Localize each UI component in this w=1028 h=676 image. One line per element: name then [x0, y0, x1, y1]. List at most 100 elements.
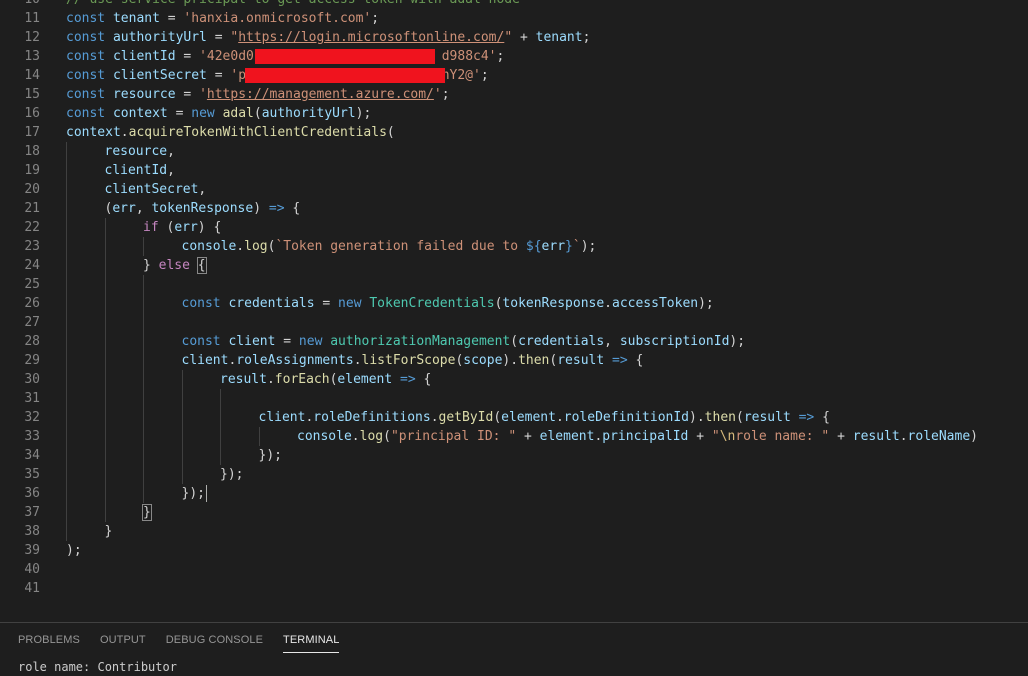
code-line[interactable]: 22 if (err) { [0, 218, 1028, 237]
code-text: console.log("principal ID: " + element.p… [297, 427, 978, 446]
code-text: clientSecret, [105, 180, 207, 199]
code-token: => [400, 372, 416, 387]
indent-guide [104, 351, 106, 370]
code-token: TokenCredentials [369, 296, 495, 311]
code-line[interactable]: 28 const client = new authorizationManage… [0, 332, 1028, 351]
code-editor[interactable]: 10 // use service pricipal to get access … [0, 0, 1028, 622]
code-token: => [798, 410, 815, 425]
code-line[interactable]: 40 [0, 560, 1028, 579]
indent-guide [220, 446, 221, 465]
code-token: const [181, 296, 221, 311]
code-line[interactable]: 17 context.acquireTokenWithClientCredenti… [0, 123, 1028, 142]
code-token: err [112, 201, 136, 216]
terminal-output[interactable]: role name: Contributor [18, 659, 177, 675]
code-text: clientId, [105, 161, 175, 180]
code-token: ( [493, 410, 502, 425]
code-token: client [228, 334, 276, 349]
code-line[interactable]: 13 const clientId = '42e0d0 d988c4'; [0, 47, 1028, 66]
code-line[interactable]: 23 console.log(`Token generation failed d… [0, 237, 1028, 256]
line-number: 31 [24, 391, 40, 406]
code-token: } [143, 258, 159, 273]
code-line[interactable]: 16 const context = new adal(authorityUrl)… [0, 104, 1028, 123]
code-line[interactable]: 26 const credentials = new TokenCredentia… [0, 294, 1028, 313]
code-token: credentials [228, 296, 315, 311]
code-line[interactable]: 35}); [0, 465, 1028, 484]
indent-guide [104, 408, 106, 427]
code-line[interactable]: 19 clientId, [0, 161, 1028, 180]
code-text: client.roleDefinitions.getById(element.r… [259, 408, 830, 427]
code-line[interactable]: 37} [0, 503, 1028, 522]
code-token: ; [441, 87, 450, 102]
line-number: 24 [24, 258, 40, 273]
code-token: , [167, 163, 175, 178]
code-line[interactable]: 25 [0, 275, 1028, 294]
line-number: 29 [24, 353, 40, 368]
code-line[interactable]: 41 [0, 579, 1028, 598]
indent-guide [66, 332, 67, 351]
code-token: adal [222, 106, 254, 121]
code-text: } [142, 503, 152, 522]
code-token: tokenResponse [502, 296, 605, 311]
indent-guide [66, 237, 67, 256]
code-line[interactable]: 34}); [0, 446, 1028, 465]
tab-output[interactable]: OUTPUT [100, 623, 146, 657]
code-token: then [704, 410, 736, 425]
code-token: result [852, 429, 900, 444]
tab-terminal[interactable]: TERMINAL [283, 623, 340, 657]
redaction-bar [245, 68, 445, 83]
code-text: // use service pricipal to get access to… [66, 0, 520, 9]
code-line[interactable]: 30 result.forEach(element => { [0, 370, 1028, 389]
code-line[interactable]: 32 client.roleDefinitions.getById(element… [0, 408, 1028, 427]
code-line[interactable]: 24} else { [0, 256, 1028, 275]
code-token: else [158, 258, 190, 273]
indent-guide [143, 370, 144, 389]
bottom-panel: PROBLEMS OUTPUT DEBUG CONSOLE TERMINAL role… [0, 622, 1028, 676]
code-line[interactable]: 11 const tenant = 'hanxia.onmicrosoft.com… [0, 9, 1028, 28]
code-token: { [415, 372, 432, 387]
line-number: 40 [24, 562, 40, 577]
bracket-match: } [142, 504, 152, 521]
code-token: => [268, 201, 285, 216]
code-line[interactable]: 21 (err, tokenResponse) => { [0, 199, 1028, 218]
code-token: const [66, 106, 106, 121]
code-token: clientSecret [112, 68, 207, 83]
tab-problems[interactable]: PROBLEMS [18, 623, 80, 657]
code-line[interactable]: 15 const resource = 'https://management.a… [0, 85, 1028, 104]
indent-guide [66, 180, 67, 199]
tab-debug-console[interactable]: DEBUG CONSOLE [166, 623, 263, 657]
code-line[interactable]: 38} [0, 522, 1028, 541]
code-token: }); [181, 486, 205, 501]
code-token: acquireTokenWithClientCredentials [128, 125, 387, 140]
code-token: . [353, 353, 362, 368]
indent-guide [66, 142, 67, 161]
indent-guide [258, 427, 260, 446]
code-line[interactable]: 31 [0, 389, 1028, 408]
code-token: https://login.microsoftonline.com/ [238, 30, 505, 45]
code-line[interactable]: 14 const clientSecret = 'p BhY2@'; [0, 66, 1028, 85]
code-line[interactable]: 29 client.roleAssignments.listForScope(sc… [0, 351, 1028, 370]
code-text: const client = new authorizationManageme… [182, 332, 746, 351]
code-line[interactable]: 18 resource, [0, 142, 1028, 161]
code-line[interactable]: 20 clientSecret, [0, 180, 1028, 199]
code-token: const [181, 334, 221, 349]
code-line[interactable]: 33 console.log("principal ID: " + element… [0, 427, 1028, 446]
line-number: 27 [24, 315, 40, 330]
code-line[interactable]: 39); [0, 541, 1028, 560]
code-token: const [66, 68, 106, 83]
code-token: tenant [112, 11, 160, 26]
code-line[interactable]: 36}); [0, 484, 1028, 503]
code-token: ) [970, 429, 978, 444]
code-line[interactable]: 12 const authorityUrl = "https://login.mi… [0, 28, 1028, 47]
code-token: const [66, 49, 106, 64]
code-text: const resource = 'https://management.azu… [66, 85, 450, 104]
indent-guide [143, 332, 144, 351]
code-line[interactable]: 10 // use service pricipal to get access … [0, 0, 1028, 9]
code-token: ( [158, 220, 175, 235]
code-line[interactable]: 27 [0, 313, 1028, 332]
code-token: new [338, 296, 362, 311]
code-token: \n [719, 429, 736, 444]
line-number: 21 [24, 201, 40, 216]
